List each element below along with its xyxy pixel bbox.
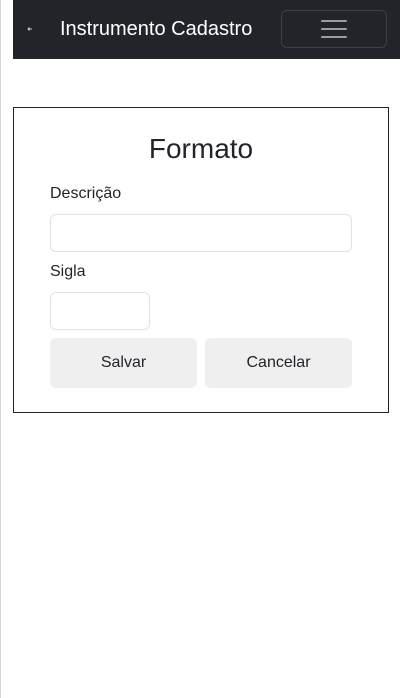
sigla-input[interactable] [50, 292, 150, 330]
navbar: Instrumento Cadastro [13, 0, 400, 59]
cancel-button[interactable]: Cancelar [205, 338, 352, 388]
descricao-label: Descrição [50, 185, 122, 202]
descricao-input[interactable] [50, 214, 352, 252]
navbar-brand[interactable]: Instrumento Cadastro [60, 16, 252, 42]
save-button[interactable]: Salvar [50, 338, 197, 388]
back-button[interactable] [21, 20, 39, 38]
form-title: Formato [148, 133, 254, 164]
arrow-left-icon [27, 27, 32, 31]
navbar-toggler-button[interactable] [281, 10, 387, 48]
hamburger-menu-icon [321, 20, 347, 38]
page-left-border [0, 0, 1, 698]
sigla-label: Sigla [50, 263, 86, 280]
formato-form-card: Formato Descrição Sigla Salvar Cancelar [13, 107, 389, 413]
